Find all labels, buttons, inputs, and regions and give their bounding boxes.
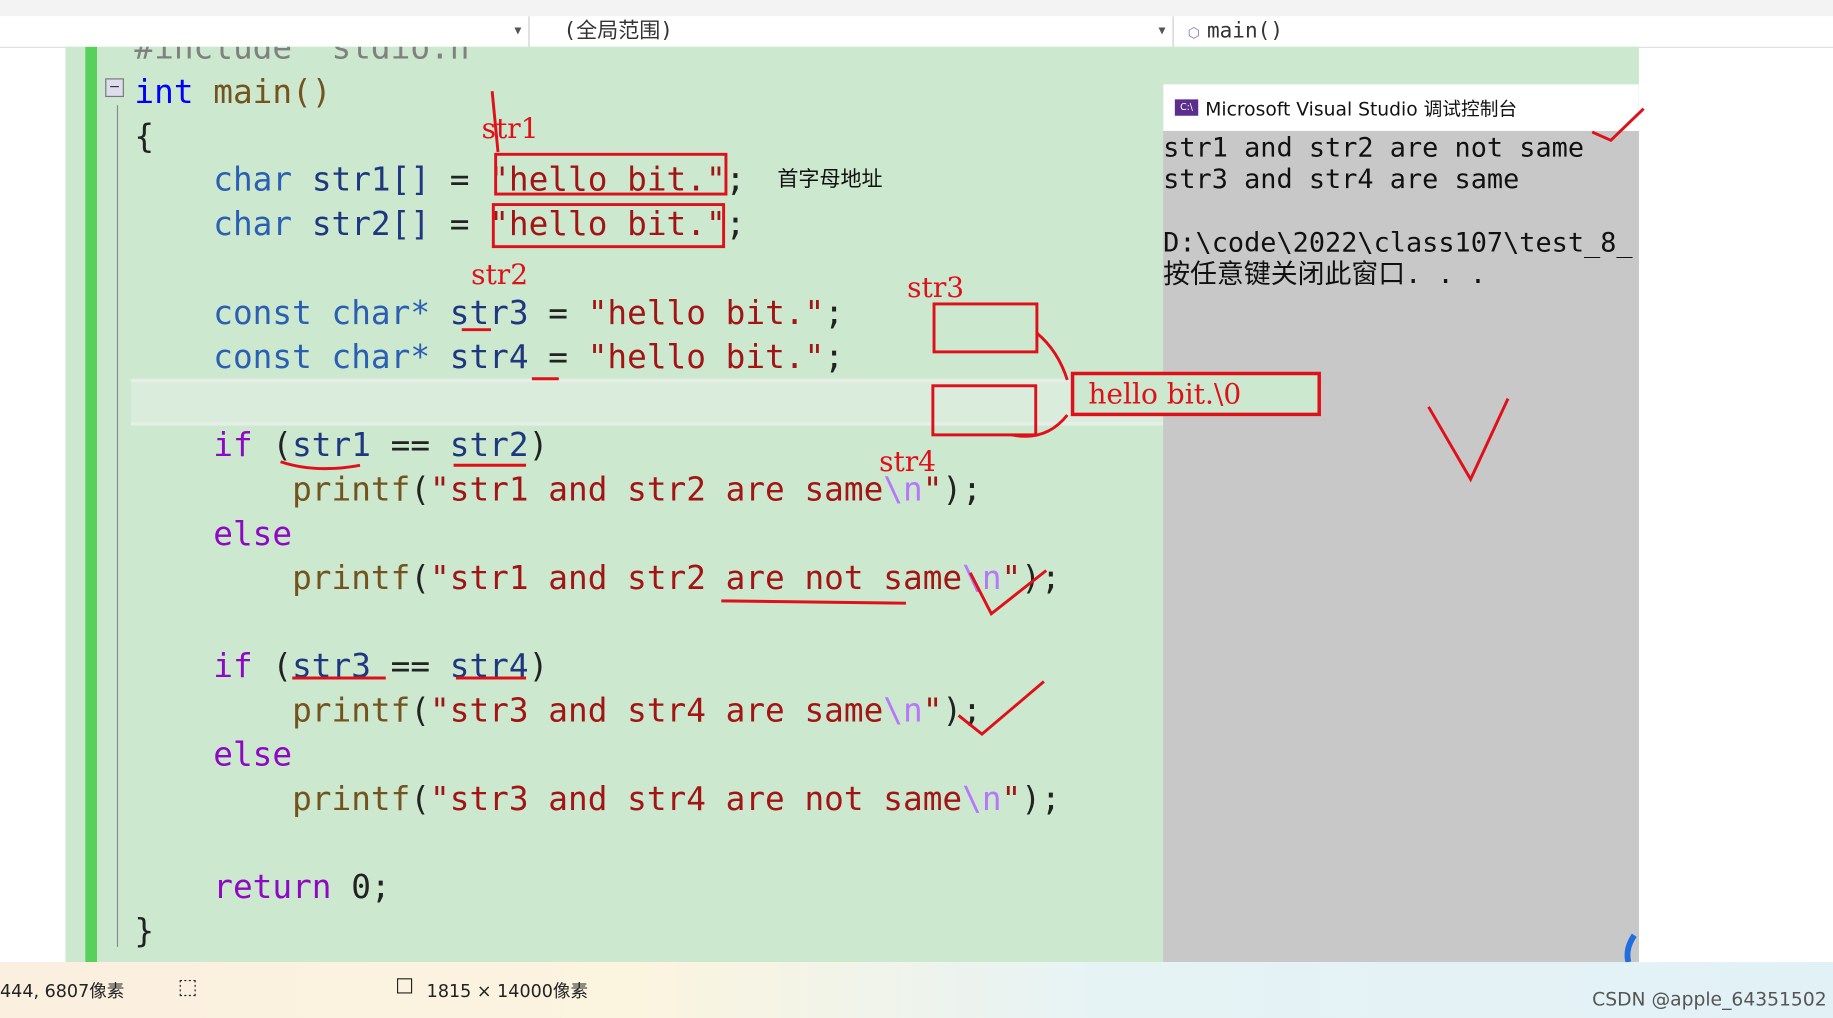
annotation-note: 首字母地址 — [777, 167, 883, 192]
change-indicator-bar — [85, 46, 98, 963]
cursor-position: 444, 6807像素 — [0, 980, 125, 1002]
chevron-down-icon: ▼ — [514, 24, 522, 38]
selection-icon: ⬚ — [177, 974, 198, 1000]
chevron-down-icon: ▼ — [1158, 24, 1166, 38]
annotation-str3: str3 — [907, 271, 965, 304]
annotation-str4: str4 — [879, 445, 937, 479]
navigation-bar: ▼ (全局范围) ▼ ⬡ main() — [0, 16, 1833, 48]
top-strip — [0, 0, 1833, 17]
debug-console-window[interactable]: C:\ Microsoft Visual Studio 调试控制台 str1 an… — [1163, 84, 1639, 963]
memory-box: hello bit.\0 — [1070, 371, 1321, 417]
console-app-icon: C:\ — [1174, 99, 1199, 116]
indent-guide — [116, 105, 119, 947]
annotation-str2: str2 — [471, 258, 529, 292]
annotation-str1: str1 — [481, 112, 539, 145]
image-size: 1815 × 14000像素 — [426, 980, 589, 1002]
function-dropdown[interactable]: ⬡ main() — [1181, 16, 1833, 46]
watermark: CSDN @apple_64351502 — [1592, 987, 1827, 1011]
scope-label: (全局范围) — [563, 18, 673, 44]
method-icon: ⬡ — [1187, 24, 1200, 41]
console-output: str1 and str2 are not same str3 and str4 … — [1163, 133, 1633, 290]
code-text: #include "stdio.h" int main() { char str… — [134, 46, 1061, 951]
status-bar: 444, 6807像素 ⬚ ☐ 1815 × 14000像素 CSDN @app… — [0, 962, 1833, 1018]
function-label: main() — [1206, 18, 1283, 44]
console-title-bar[interactable]: C:\ Microsoft Visual Studio 调试控制台 — [1163, 84, 1639, 131]
image-size-icon: ☐ — [395, 974, 414, 1000]
scope-dropdown[interactable]: (全局范围) ▼ — [535, 16, 1174, 47]
collapse-icon[interactable]: − — [105, 78, 124, 98]
project-dropdown[interactable]: ▼ — [0, 16, 530, 47]
console-title: Microsoft Visual Studio 调试控制台 — [1205, 98, 1518, 121]
